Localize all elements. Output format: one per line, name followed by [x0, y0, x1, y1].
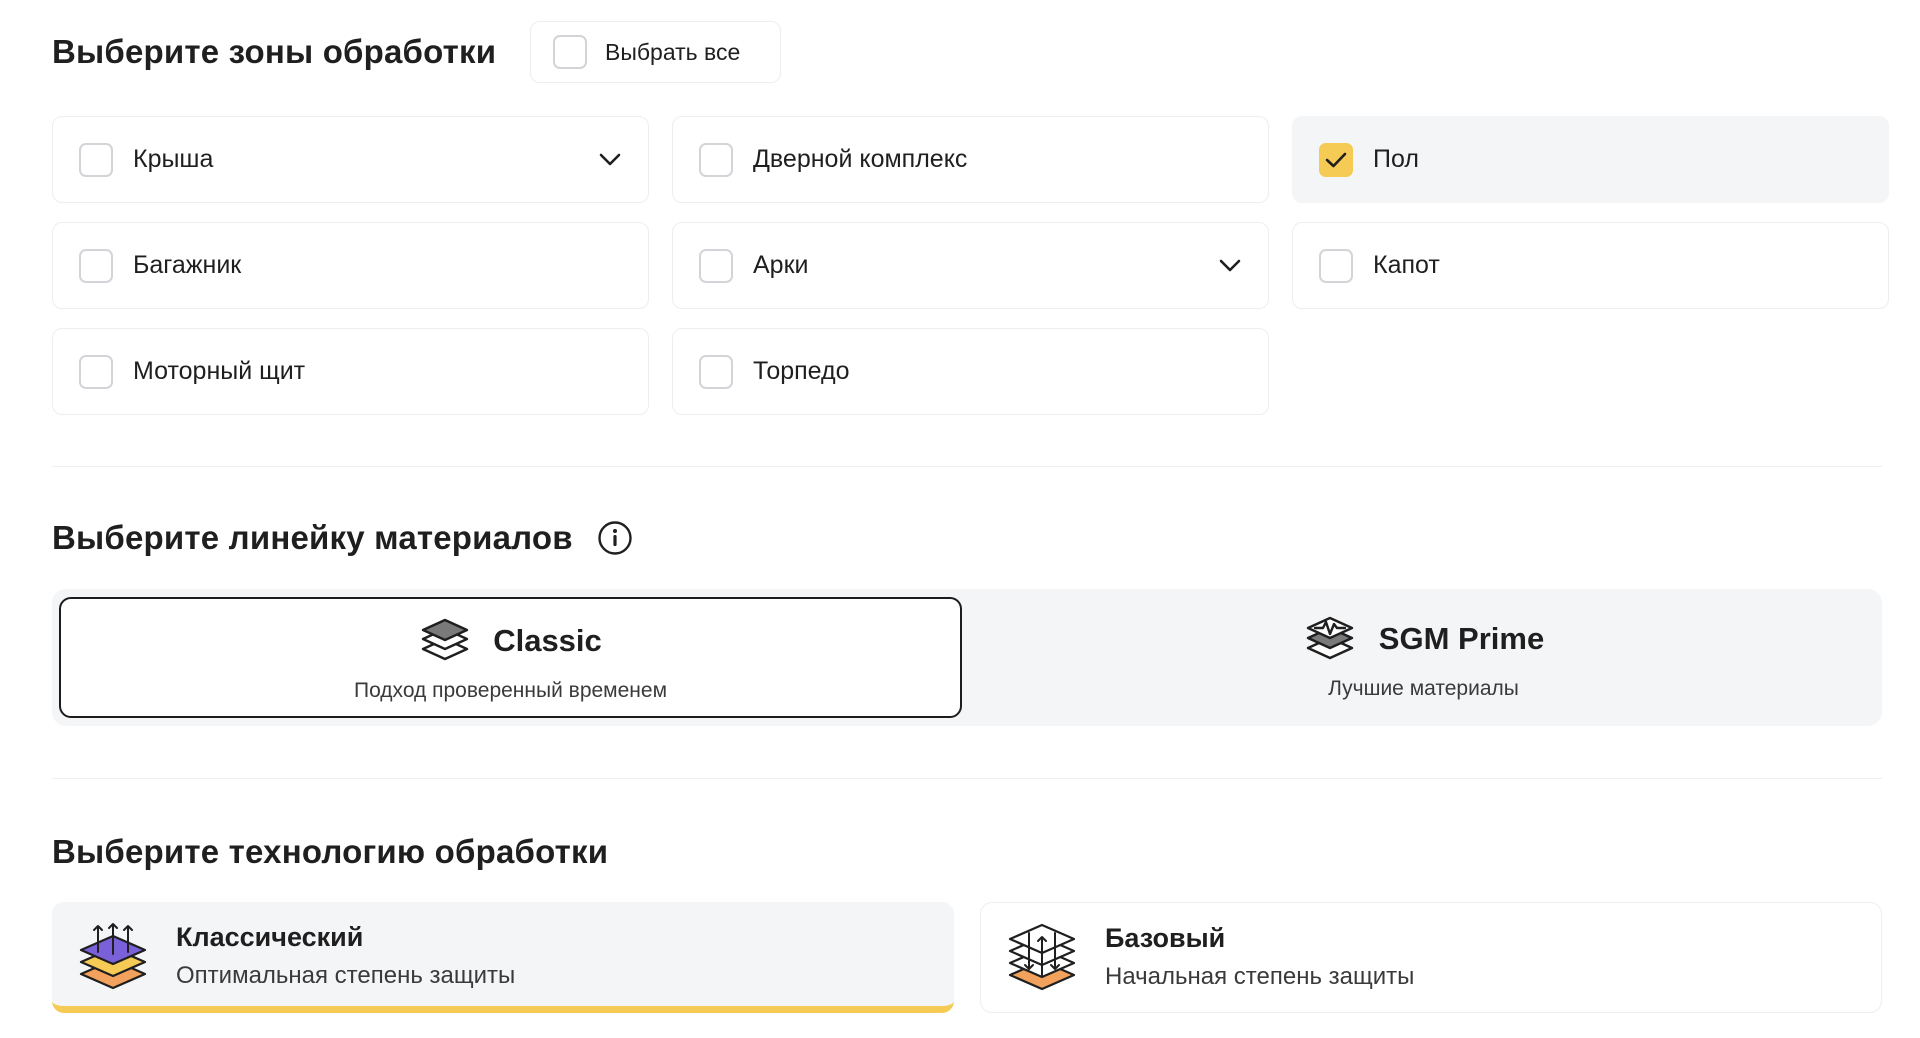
- zone-label: Арки: [753, 251, 809, 279]
- layers-stack-icon: [422, 618, 469, 661]
- zones-title: Выберите зоны обработки: [52, 33, 497, 70]
- technology-option-basic[interactable]: Базовый Начальная степень защиты: [980, 902, 1882, 1013]
- zone-checkbox[interactable]: [1319, 248, 1353, 283]
- zone-item-floor[interactable]: Пол: [1292, 116, 1889, 203]
- materials-toggle: Classic Подход проверенный временем SGM …: [52, 589, 1882, 726]
- material-option-classic[interactable]: Classic Подход проверенный временем: [59, 597, 962, 718]
- zone-checkbox[interactable]: [699, 142, 733, 177]
- zone-label: Торпедо: [753, 357, 850, 385]
- zone-checkbox[interactable]: [699, 248, 733, 283]
- zone-checkbox-checked[interactable]: [1319, 142, 1353, 177]
- section-divider: [52, 778, 1882, 779]
- page: Выберите зоны обработки Выбрать все Крыш…: [0, 0, 1920, 1038]
- select-all-button[interactable]: Выбрать все: [530, 21, 781, 83]
- materials-title: Выберите линейку материалов: [52, 519, 573, 556]
- zone-item-roof[interactable]: Крыша: [52, 116, 649, 203]
- section-divider: [52, 466, 1882, 467]
- zone-label: Багажник: [133, 251, 242, 279]
- zone-checkbox[interactable]: [79, 142, 113, 177]
- layers-pulse-icon: [1306, 616, 1353, 660]
- material-subtitle: Лучшие материалы: [1328, 677, 1519, 700]
- technology-name: Базовый: [1105, 923, 1226, 953]
- chevron-down-icon[interactable]: [598, 149, 622, 171]
- zone-label: Капот: [1373, 251, 1440, 279]
- layers-classic-icon: [79, 923, 147, 990]
- zone-label: Моторный щит: [133, 357, 306, 385]
- material-option-sgm-prime[interactable]: SGM Prime Лучшие материалы: [972, 597, 1875, 718]
- technology-title: Выберите технологию обработки: [52, 833, 609, 870]
- select-all-label: Выбрать все: [605, 38, 741, 65]
- zone-checkbox[interactable]: [699, 354, 733, 389]
- zone-label: Пол: [1373, 145, 1419, 173]
- zone-item-trunk[interactable]: Багажник: [52, 222, 649, 309]
- info-icon[interactable]: [597, 520, 633, 556]
- layers-basic-icon: [1008, 923, 1076, 991]
- zone-label: Крыша: [133, 145, 214, 173]
- material-name: Classic: [493, 623, 602, 658]
- material-name: SGM Prime: [1378, 621, 1545, 656]
- zone-checkbox[interactable]: [79, 354, 113, 389]
- technology-name: Классический: [176, 922, 364, 952]
- select-all-checkbox[interactable]: [553, 35, 587, 69]
- zone-item-arches[interactable]: Арки: [672, 222, 1269, 309]
- technology-subtitle: Оптимальная степень защиты: [176, 962, 516, 989]
- technology-subtitle: Начальная степень защиты: [1105, 963, 1415, 990]
- checkmark-icon: [1325, 152, 1347, 167]
- chevron-down-icon[interactable]: [1218, 255, 1242, 277]
- zone-item-doors[interactable]: Дверной комплекс: [672, 116, 1269, 203]
- technology-option-classic[interactable]: Классический Оптимальная степень защиты: [52, 902, 954, 1013]
- zone-item-dashboard[interactable]: Торпедо: [672, 328, 1269, 415]
- material-subtitle: Подход проверенный временем: [353, 679, 668, 702]
- zone-checkbox[interactable]: [79, 248, 113, 283]
- zone-item-firewall[interactable]: Моторный щит: [52, 328, 649, 415]
- zone-label: Дверной комплекс: [753, 145, 968, 173]
- zone-item-hood[interactable]: Капот: [1292, 222, 1889, 309]
